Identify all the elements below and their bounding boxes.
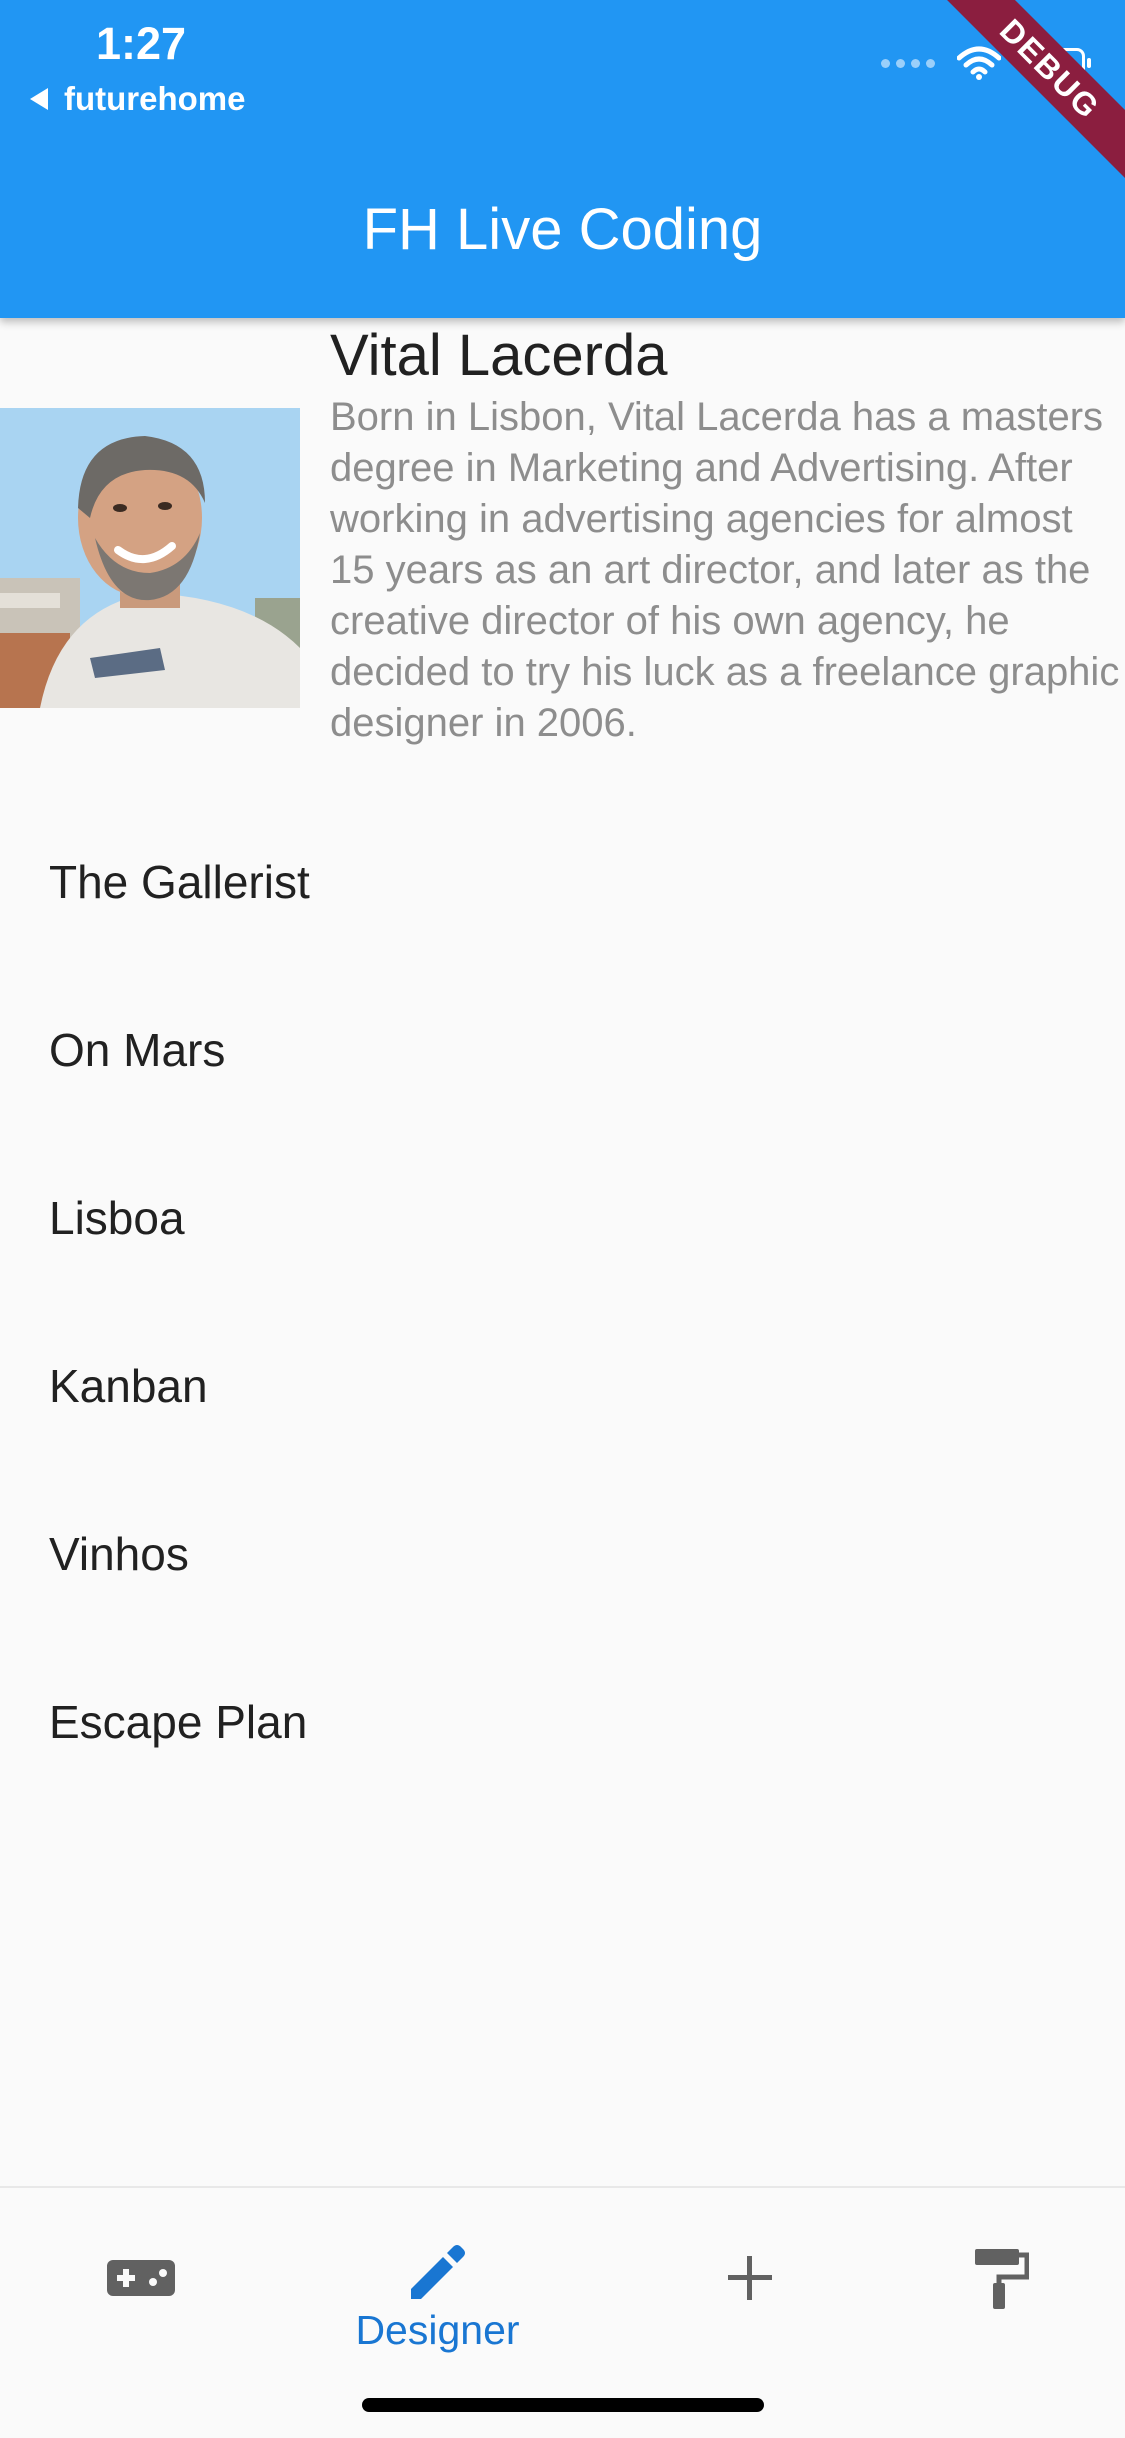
debug-banner: DEBUG (916, 0, 1125, 203)
back-app-label: futurehome (64, 80, 246, 117)
list-item[interactable]: Lisboa (0, 1166, 1125, 1334)
list-item[interactable]: The Gallerist (0, 830, 1125, 998)
wifi-icon (957, 46, 1001, 80)
designer-bio: Born in Lisbon, Vital Lacerda has a mast… (330, 395, 1120, 745)
list-item[interactable]: Vinhos (0, 1502, 1125, 1670)
game-list: The Gallerist On Mars Lisboa Kanban Vinh… (0, 830, 1125, 1838)
list-item[interactable]: On Mars (0, 998, 1125, 1166)
app-bar: 1:27 futurehome FH Live Coding DEBUG (0, 0, 1125, 318)
plus-icon (727, 2256, 772, 2300)
nav-item-games[interactable] (0, 2188, 281, 2368)
paint-roller-icon (974, 2249, 1029, 2309)
back-arrow-icon (30, 88, 48, 110)
cellular-signal-icon (881, 58, 935, 68)
list-item[interactable]: Escape Plan (0, 1670, 1125, 1838)
nav-label-designer: Designer (355, 2306, 520, 2353)
nav-item-add[interactable] (609, 2188, 890, 2368)
home-indicator[interactable] (362, 2398, 764, 2412)
gamepad-icon (106, 2260, 175, 2296)
status-time: 1:27 (96, 18, 187, 69)
nav-item-designer[interactable]: Designer (297, 2208, 578, 2388)
designer-name: Vital Lacerda (330, 323, 668, 388)
designer-photo (0, 408, 300, 708)
list-item[interactable]: Kanban (0, 1334, 1125, 1502)
pencil-icon (410, 2244, 465, 2299)
nav-item-paint[interactable] (860, 2188, 1125, 2368)
page-title: FH Live Coding (362, 197, 763, 262)
back-to-app-link[interactable]: futurehome (30, 80, 246, 118)
